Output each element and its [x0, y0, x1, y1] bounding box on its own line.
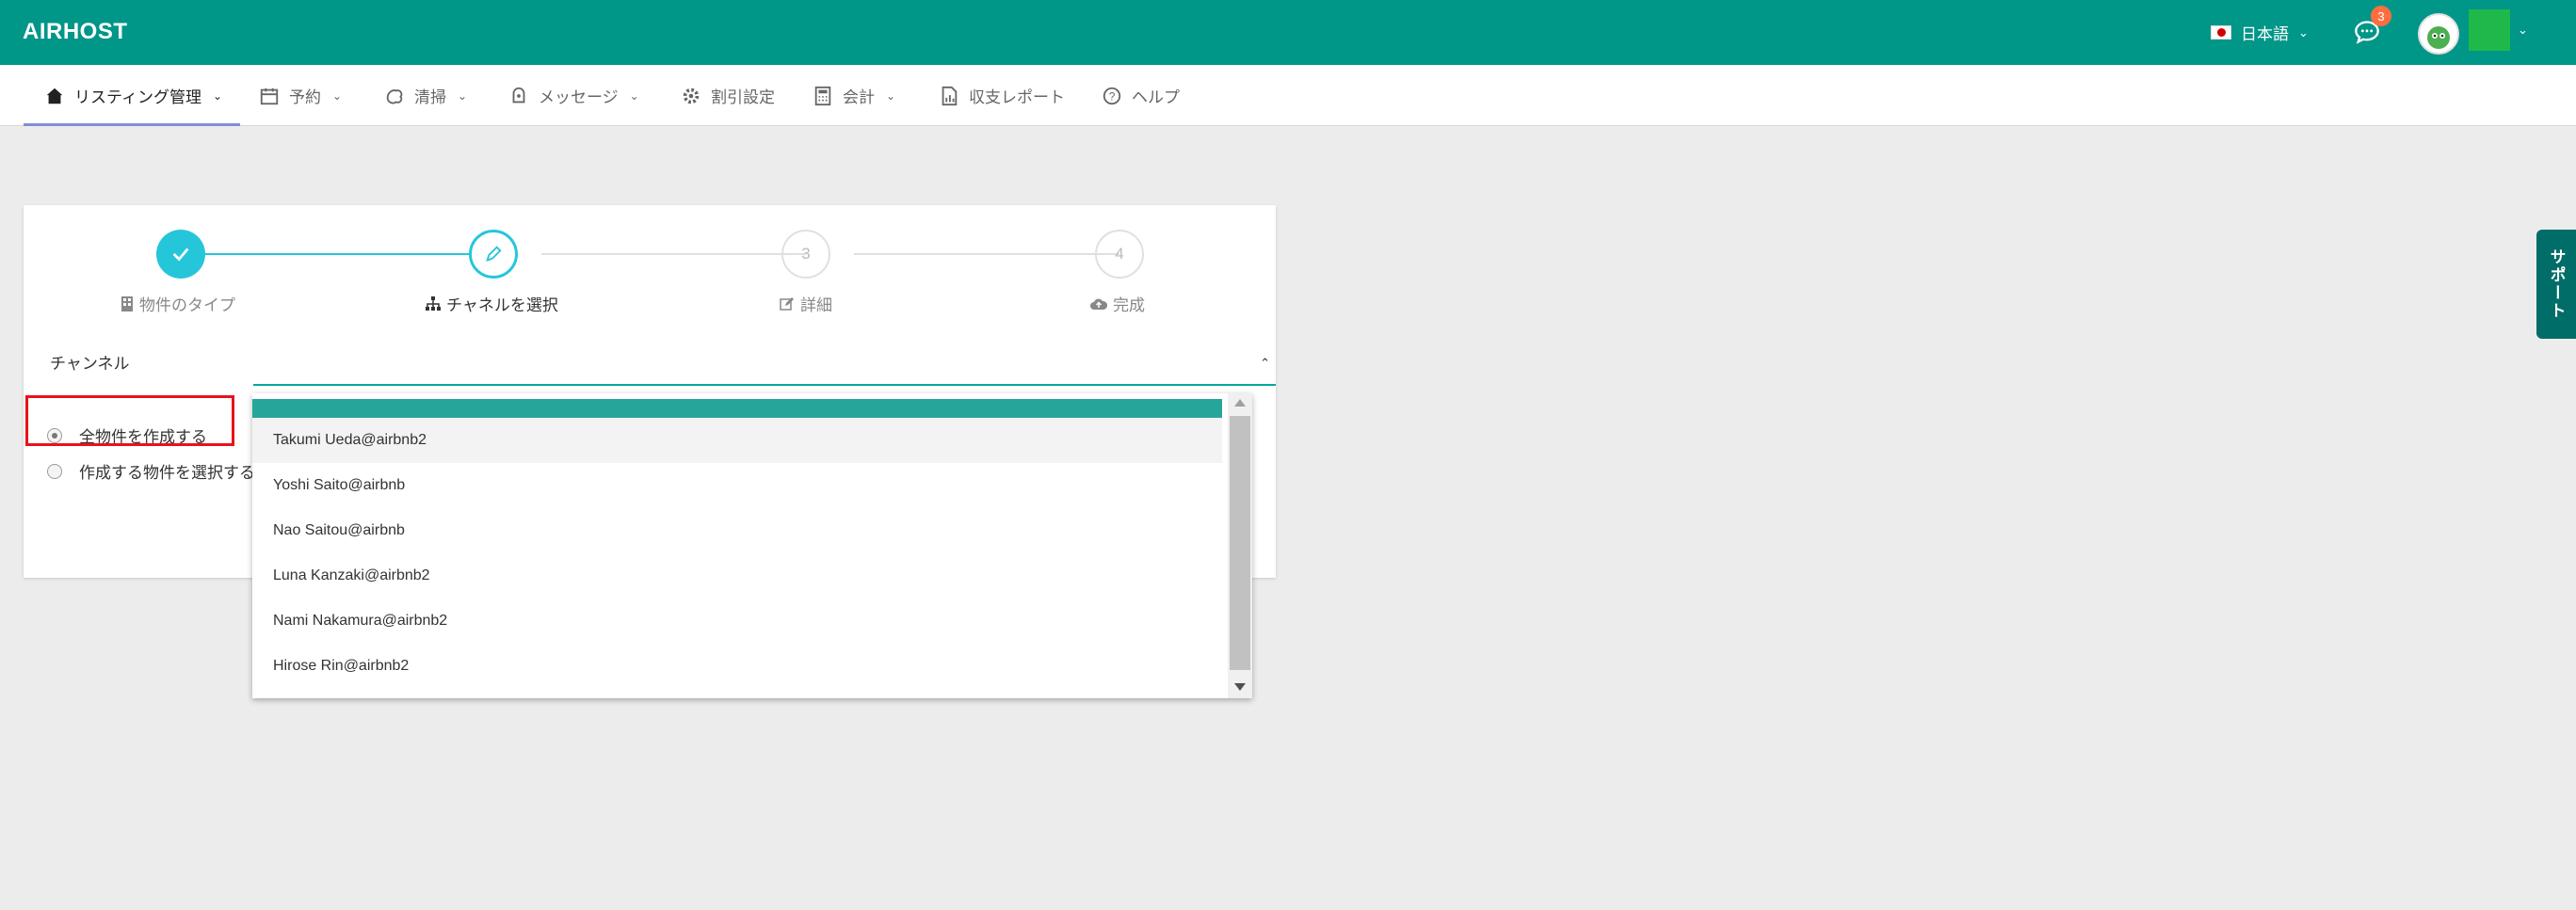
nav-item-label: 会計 — [843, 88, 875, 106]
top-header: AIRHOST 日本語 ⌄ 3 ⌄ — [0, 0, 2576, 65]
radio-label: 作成する物件を選択する — [79, 464, 255, 482]
nav-item-cleaning[interactable]: 清掃 ⌄ — [384, 65, 467, 126]
calendar-icon — [260, 88, 279, 104]
nav-item-label: 割引設定 — [711, 88, 775, 106]
pencil-icon — [486, 246, 502, 262]
nav-item-label: メッセージ — [539, 88, 619, 106]
support-tab-label: サポート — [2547, 248, 2566, 320]
airhost-logo[interactable]: AIRHOST — [23, 19, 128, 45]
step-connector — [541, 253, 806, 255]
nav-item-label: 清掃 — [414, 88, 446, 106]
user-profile-image[interactable] — [2469, 9, 2510, 51]
nav-item-label: 収支レポート — [969, 88, 1065, 106]
step-1-label: 物件のタイプ — [121, 292, 235, 315]
notification-badge: 3 — [2371, 6, 2391, 26]
building-icon — [121, 295, 133, 311]
support-tab[interactable]: サポート — [2536, 230, 2576, 339]
language-label: 日本語 — [2241, 25, 2289, 43]
nav-item-label: ヘルプ — [1132, 88, 1180, 106]
nav-item-income-report[interactable]: 収支レポート — [939, 65, 1065, 126]
channel-select[interactable]: ⌃ — [253, 344, 1276, 386]
step-connector-done — [204, 253, 493, 255]
highlight-annotation-box — [25, 395, 234, 446]
report-icon — [942, 86, 958, 105]
dropdown-option[interactable]: Nami Nakamura@airbnb2 — [252, 599, 1222, 644]
chevron-down-icon: ⌄ — [458, 88, 468, 103]
chevron-up-icon[interactable]: ⌃ — [1260, 356, 1270, 371]
nav-item-label: 予約 — [289, 88, 321, 106]
gear-icon — [683, 88, 700, 104]
check-icon — [172, 247, 189, 262]
step-label-text: 物件のタイプ — [139, 296, 235, 314]
nav-item-help[interactable]: ? ヘルプ — [1102, 65, 1180, 126]
nav-item-accounting[interactable]: 会計 ⌄ — [813, 65, 895, 126]
user-menu-chevron-icon[interactable]: ⌄ — [2518, 23, 2528, 38]
nav-item-listing-management[interactable]: リスティング管理 ⌄ — [24, 65, 240, 126]
home-icon — [46, 88, 63, 104]
step-4-circle[interactable]: 4 — [1095, 230, 1144, 279]
scroll-up-arrow-icon[interactable] — [1234, 399, 1246, 407]
message-icon — [512, 87, 525, 103]
japan-flag-icon — [2211, 25, 2231, 40]
sitemap-icon — [426, 295, 441, 311]
step-3-label: 詳細 — [780, 292, 832, 315]
chevron-down-icon: ⌄ — [332, 88, 343, 103]
step-label-text: チャネルを選択 — [446, 296, 558, 314]
cloud-upload-icon — [1090, 298, 1107, 310]
step-label-text: 詳細 — [800, 296, 832, 314]
step-2-circle[interactable] — [469, 230, 518, 279]
main-nav: リスティング管理 ⌄ 予約 ⌄ 清掃 ⌄ メッセージ ⌄ 割引設定 会計 ⌄ 収… — [0, 65, 2576, 126]
nav-item-discount-settings[interactable]: 割引設定 — [681, 65, 775, 126]
step-number: 3 — [801, 245, 811, 263]
step-2-label: チャネルを選択 — [426, 292, 558, 315]
chevron-down-icon: ⌄ — [886, 88, 896, 103]
cleaning-icon — [386, 88, 403, 104]
step-4-label: 完成 — [1090, 292, 1145, 315]
svg-text:?: ? — [1109, 89, 1116, 103]
step-number: 4 — [1115, 245, 1124, 263]
avatar-image-icon — [2427, 26, 2450, 49]
dropdown-selected-option[interactable] — [252, 399, 1222, 418]
nav-item-messages[interactable]: メッセージ ⌄ — [508, 65, 639, 126]
dropdown-option[interactable]: Takumi Ueda@airbnb2 — [252, 418, 1222, 463]
avatar[interactable] — [2418, 13, 2459, 55]
dropdown-option[interactable]: Nao Saitou@airbnb — [252, 508, 1222, 553]
chevron-down-icon: ⌄ — [212, 88, 223, 103]
radio-select-properties[interactable]: 作成する物件を選択する — [47, 459, 255, 483]
step-connector — [854, 253, 1119, 255]
step-3-circle[interactable]: 3 — [781, 230, 830, 279]
step-1-circle[interactable] — [156, 230, 205, 279]
scrollbar-thumb[interactable] — [1230, 416, 1250, 670]
nav-item-reservations[interactable]: 予約 ⌄ — [259, 65, 342, 126]
nav-item-label: リスティング管理 — [74, 88, 201, 106]
dropdown-scrollbar[interactable] — [1228, 393, 1252, 698]
language-selector[interactable]: 日本語 ⌄ — [2211, 21, 2309, 44]
calculator-icon — [814, 86, 831, 105]
channel-label: チャンネル — [50, 355, 130, 373]
dropdown-option[interactable]: Yoshi Saito@airbnb — [252, 463, 1222, 508]
step-label-text: 完成 — [1113, 296, 1145, 314]
scroll-down-arrow-icon[interactable] — [1234, 683, 1246, 691]
chevron-down-icon: ⌄ — [2298, 24, 2309, 40]
help-icon: ? — [1103, 87, 1121, 104]
channel-dropdown-list[interactable]: Takumi Ueda@airbnb2 Yoshi Saito@airbnb N… — [252, 393, 1252, 698]
edit-icon — [780, 296, 794, 311]
chevron-down-icon: ⌄ — [629, 88, 639, 103]
radio-button[interactable] — [47, 463, 62, 479]
dropdown-option[interactable]: Luna Kanzaki@airbnb2 — [252, 553, 1222, 599]
dropdown-option[interactable]: Hirose Rin@airbnb2 — [252, 644, 1222, 689]
